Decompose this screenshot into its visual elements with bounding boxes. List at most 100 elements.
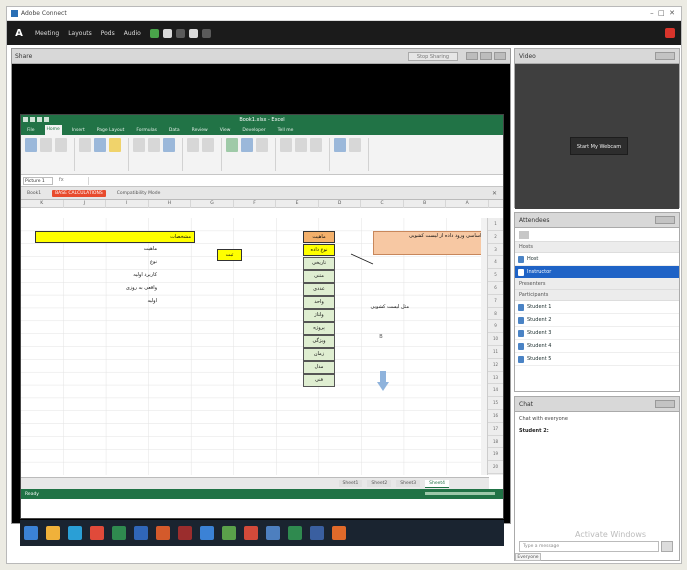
search-icon[interactable] xyxy=(519,230,529,239)
close-icon[interactable]: ✕ xyxy=(492,190,497,197)
send-icon[interactable] xyxy=(661,541,673,552)
column-header[interactable]: B xyxy=(404,200,447,208)
row-header[interactable]: 14 xyxy=(488,384,503,398)
left-list-item[interactable]: کاربرد اولیه xyxy=(61,270,157,281)
status-icon[interactable] xyxy=(149,28,159,38)
pod-menu-icon[interactable] xyxy=(655,52,675,60)
pod-menu-icon[interactable] xyxy=(494,52,506,60)
delete-cells-icon[interactable] xyxy=(295,138,307,152)
merge-icon[interactable] xyxy=(163,138,175,152)
format-cells-icon[interactable] xyxy=(310,138,322,152)
row-header[interactable]: 10 xyxy=(488,333,503,346)
microphone-icon[interactable] xyxy=(162,28,172,38)
number-format-icon[interactable] xyxy=(187,138,199,152)
left-list-item[interactable]: اولیه xyxy=(61,296,157,307)
chat-input[interactable]: Type a message xyxy=(519,541,659,552)
menu-pods[interactable]: Pods xyxy=(101,30,115,37)
bold-icon[interactable] xyxy=(79,138,91,152)
name-box[interactable]: Picture 1 xyxy=(23,176,53,185)
row-header[interactable]: 9 xyxy=(488,320,503,334)
fit-width-icon[interactable] xyxy=(466,52,478,60)
tab-formulas[interactable]: Formulas xyxy=(134,128,159,133)
row-header[interactable]: 4 xyxy=(488,256,503,270)
header-yellow-cell[interactable]: مشخصات xyxy=(35,231,195,243)
tab-review[interactable]: Review xyxy=(190,128,210,133)
workbook-tab-book1[interactable]: Book1 xyxy=(24,190,44,197)
column-header[interactable]: E xyxy=(276,200,319,208)
app-icon[interactable] xyxy=(222,526,236,540)
tab-data[interactable]: Data xyxy=(167,128,182,133)
column-header[interactable]: D xyxy=(319,200,362,208)
folder-icon[interactable] xyxy=(46,526,60,540)
green-list-item[interactable]: عددی xyxy=(303,283,335,296)
left-list-item[interactable]: ماهیت xyxy=(61,244,157,255)
start-webcam-button[interactable]: Start My Webcam xyxy=(570,137,628,155)
insert-cells-icon[interactable] xyxy=(280,138,292,152)
workbook-tab-active[interactable]: BASE CALCULATIONS xyxy=(52,189,106,197)
row-header[interactable]: 20 xyxy=(488,461,503,474)
excel-icon[interactable] xyxy=(112,526,126,540)
green-list-item[interactable]: مدل xyxy=(303,361,335,374)
attendee-row[interactable]: Student 2 xyxy=(515,314,679,327)
tab-home[interactable]: Home xyxy=(44,125,62,135)
row-header[interactable]: 17 xyxy=(488,423,503,436)
attendee-group-presenters[interactable]: Presenters xyxy=(515,279,679,290)
tab-file[interactable]: File xyxy=(25,128,37,133)
attendee-row[interactable]: Student 4 xyxy=(515,340,679,353)
row-header[interactable]: 5 xyxy=(488,269,503,282)
yellow-sub-cell[interactable]: نوع داده xyxy=(303,244,335,256)
start-icon[interactable] xyxy=(24,526,38,540)
column-header[interactable]: J xyxy=(64,200,107,208)
column-header[interactable]: C xyxy=(361,200,404,208)
row-header[interactable]: 16 xyxy=(488,410,503,423)
green-list-item[interactable]: ویژگی xyxy=(303,335,335,348)
acrobat-icon[interactable] xyxy=(178,526,192,540)
window-controls[interactable]: – □ ✕ xyxy=(650,9,675,17)
media-icon[interactable] xyxy=(200,526,214,540)
left-list-item[interactable]: واقعی به روزی xyxy=(61,283,157,294)
tab-developer[interactable]: Developer xyxy=(240,128,267,133)
cell-styles-icon[interactable] xyxy=(256,138,268,152)
ie-icon[interactable] xyxy=(68,526,82,540)
green-list-item[interactable]: متنی xyxy=(303,270,335,283)
cut-icon[interactable] xyxy=(40,138,52,152)
sort-filter-icon[interactable] xyxy=(334,138,346,152)
zoom-slider[interactable] xyxy=(425,492,495,495)
row-header[interactable]: 1 xyxy=(488,218,503,231)
green-list-item[interactable]: زمان xyxy=(303,348,335,361)
align-icon[interactable] xyxy=(133,138,145,152)
column-header[interactable]: A xyxy=(446,200,489,208)
menu-meeting[interactable]: Meeting xyxy=(35,30,59,37)
stop-sharing-button[interactable]: Stop Sharing xyxy=(408,52,458,61)
column-header[interactable]: H xyxy=(149,200,192,208)
sheet-tab[interactable]: Sheet2 xyxy=(367,480,392,487)
connect-icon[interactable] xyxy=(244,526,258,540)
powerpoint-icon[interactable] xyxy=(156,526,170,540)
row-header[interactable]: 7 xyxy=(488,295,503,308)
green-list-item[interactable]: پروژه xyxy=(303,322,335,335)
fill-color-icon[interactable] xyxy=(109,138,121,152)
end-meeting-icon[interactable] xyxy=(665,28,675,38)
settings-icon[interactable] xyxy=(266,526,280,540)
row-header[interactable]: 18 xyxy=(488,436,503,449)
row-header[interactable]: 13 xyxy=(488,372,503,385)
fullscreen-icon[interactable] xyxy=(480,52,492,60)
tab-tell-me[interactable]: Tell me xyxy=(276,128,296,133)
green-list-item[interactable]: ولتاژ xyxy=(303,309,335,322)
row-header[interactable]: 19 xyxy=(488,448,503,462)
row-header[interactable]: 6 xyxy=(488,282,503,295)
pod-menu-icon[interactable] xyxy=(655,400,675,408)
mid-yellow-cell[interactable]: ثبت xyxy=(217,249,242,261)
row-header[interactable]: 8 xyxy=(488,308,503,321)
column-header[interactable]: K xyxy=(21,200,64,208)
wrap-text-icon[interactable] xyxy=(148,138,160,152)
green-list-item[interactable]: واحد xyxy=(303,296,335,309)
pod-menu-icon[interactable] xyxy=(655,216,675,224)
tab-view[interactable]: View xyxy=(218,128,233,133)
attendee-row[interactable]: Student 3 xyxy=(515,327,679,340)
paint-icon[interactable] xyxy=(332,526,346,540)
column-header[interactable]: G xyxy=(191,200,234,208)
paste-icon[interactable] xyxy=(25,138,37,152)
formula-input[interactable] xyxy=(89,177,503,185)
green-list-item[interactable]: فنی xyxy=(303,374,335,387)
